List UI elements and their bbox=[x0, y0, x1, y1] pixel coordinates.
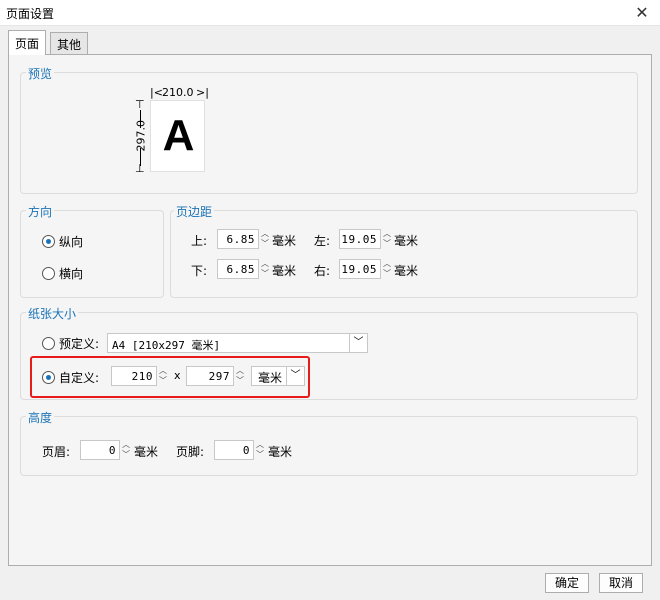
header-label: 页眉: bbox=[42, 445, 71, 459]
margin-top-spinner[interactable]: ︿ ﹀ bbox=[259, 229, 271, 249]
custom-radio[interactable] bbox=[42, 371, 55, 384]
orientation-group bbox=[20, 210, 164, 298]
orientation-legend: 方向 bbox=[26, 203, 55, 220]
footer-input[interactable]: 0 bbox=[214, 440, 254, 460]
custom-label: 自定义: bbox=[59, 371, 100, 385]
header-unit: 毫米 bbox=[134, 445, 159, 459]
margin-bottom-unit: 毫米 bbox=[272, 264, 297, 278]
margin-left-unit: 毫米 bbox=[394, 234, 419, 248]
margin-right-input[interactable]: 19.05 bbox=[339, 259, 381, 279]
margin-top-unit: 毫米 bbox=[272, 234, 297, 248]
ok-button[interactable]: 确定 bbox=[545, 573, 589, 593]
margin-top-input[interactable]: 6.85 bbox=[217, 229, 259, 249]
chevron-down-icon[interactable]: ﹀ bbox=[286, 367, 304, 385]
predefined-radio[interactable] bbox=[42, 337, 55, 350]
margins-legend: 页边距 bbox=[174, 203, 215, 220]
paper-size-legend: 纸张大小 bbox=[26, 305, 79, 322]
landscape-radio[interactable] bbox=[42, 267, 55, 280]
title-bar: 页面设置 ✕ bbox=[0, 0, 660, 26]
predefined-label: 预定义: bbox=[59, 337, 100, 351]
height-legend: 高度 bbox=[26, 409, 55, 426]
custom-height-spinner[interactable]: ︿ ﹀ bbox=[234, 366, 246, 386]
footer-spinner[interactable]: ︿ ﹀ bbox=[254, 440, 266, 460]
footer-unit: 毫米 bbox=[268, 445, 293, 459]
preview-letter: A bbox=[162, 111, 195, 160]
header-spinner[interactable]: ︿ ﹀ bbox=[120, 440, 132, 460]
margin-left-spinner[interactable]: ︿ ﹀ bbox=[381, 229, 393, 249]
margin-right-label: 右: bbox=[314, 264, 331, 278]
unit-value: 毫米 bbox=[258, 371, 283, 385]
portrait-radio[interactable] bbox=[42, 235, 55, 248]
preview-group bbox=[20, 72, 638, 194]
custom-height-input[interactable]: 297 bbox=[186, 366, 234, 386]
predefined-select[interactable]: A4 [210x297 毫米] ﹀ bbox=[107, 333, 368, 353]
margin-bottom-label: 下: bbox=[191, 264, 208, 278]
unit-select[interactable]: 毫米 ﹀ bbox=[251, 366, 305, 386]
close-icon[interactable]: ✕ bbox=[632, 3, 652, 23]
cancel-button[interactable]: 取消 bbox=[599, 573, 643, 593]
margin-left-label: 左: bbox=[314, 234, 331, 248]
custom-width-spinner[interactable]: ︿ ﹀ bbox=[157, 366, 169, 386]
margins-group bbox=[170, 210, 638, 298]
tab-page[interactable]: 页面 bbox=[8, 30, 47, 55]
margin-left-input[interactable]: 19.05 bbox=[339, 229, 381, 249]
margin-bottom-spinner[interactable]: ︿ ﹀ bbox=[259, 259, 271, 279]
preview-height-dimension: ⊤ 297.0 ⊥ bbox=[134, 98, 148, 175]
preview-height-label: 297.0 bbox=[134, 120, 148, 152]
header-input[interactable]: 0 bbox=[80, 440, 120, 460]
margin-bottom-input[interactable]: 6.85 bbox=[217, 259, 259, 279]
chevron-down-icon[interactable]: ﹀ bbox=[349, 334, 367, 352]
footer-label: 页脚: bbox=[176, 445, 205, 459]
landscape-label: 横向 bbox=[59, 267, 84, 281]
margin-top-label: 上: bbox=[191, 234, 208, 248]
preview-legend: 预览 bbox=[26, 65, 55, 82]
window-title: 页面设置 bbox=[6, 7, 55, 21]
preview-width-dimension: |< 210.0 >| bbox=[150, 86, 209, 99]
predefined-value: A4 [210x297 毫米] bbox=[112, 339, 221, 352]
margin-right-spinner[interactable]: ︿ ﹀ bbox=[381, 259, 393, 279]
margin-right-unit: 毫米 bbox=[394, 264, 419, 278]
portrait-label: 纵向 bbox=[59, 235, 84, 249]
preview-width-label: 210.0 bbox=[162, 86, 194, 99]
custom-width-input[interactable]: 210 bbox=[111, 366, 157, 386]
tab-other[interactable]: 其他 bbox=[50, 32, 89, 54]
times-sign: x bbox=[174, 369, 181, 382]
preview-page: A bbox=[150, 100, 205, 172]
